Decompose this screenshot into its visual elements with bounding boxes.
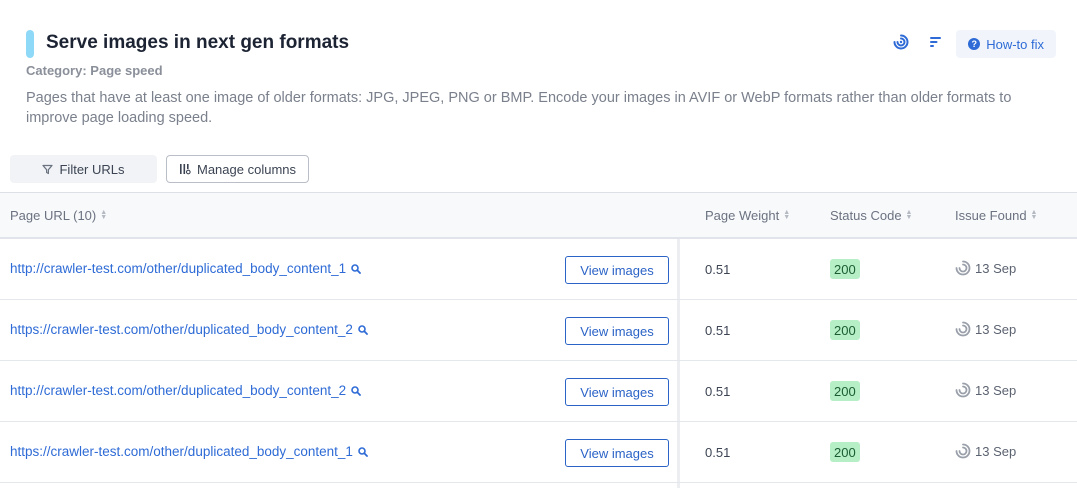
search-icon[interactable] bbox=[351, 385, 362, 396]
view-images-button[interactable]: View images bbox=[565, 378, 669, 406]
search-icon[interactable] bbox=[358, 324, 368, 335]
issue-found-cell: 13 Sep bbox=[955, 382, 1016, 398]
page-weight-value: 0.51 bbox=[705, 323, 731, 338]
columns-icon bbox=[179, 163, 191, 175]
history-icon bbox=[955, 443, 971, 459]
how-to-fix-button[interactable]: ? How-to fix bbox=[956, 30, 1056, 58]
page-url-text: https://crawler-test.com/other/duplicate… bbox=[10, 322, 353, 337]
status-code-badge: 200 bbox=[830, 442, 860, 462]
question-icon: ? bbox=[968, 38, 981, 50]
status-code-badge: 200 bbox=[830, 381, 860, 401]
status-code-badge: 200 bbox=[830, 320, 860, 340]
filter-urls-label: Filter URLs bbox=[59, 161, 125, 177]
history-icon bbox=[955, 321, 971, 337]
page-title: Serve images in next gen formats bbox=[46, 32, 350, 53]
search-icon[interactable] bbox=[351, 263, 362, 274]
history-icon bbox=[955, 382, 971, 398]
column-header-status-code[interactable]: Status Code ▲ ▼ bbox=[830, 193, 912, 237]
issues-table: Page URL (10) ▲ ▼ Page Weight ▲ ▼ Status C… bbox=[0, 192, 1077, 488]
issue-found-date: 13 Sep bbox=[975, 443, 1017, 459]
issue-found-cell: 13 Sep bbox=[955, 321, 1016, 337]
issue-found-date: 13 Sep bbox=[975, 382, 1017, 398]
manage-columns-label: Manage columns bbox=[197, 161, 296, 177]
search-icon[interactable] bbox=[358, 446, 368, 457]
column-header-page-weight[interactable]: Page Weight ▲ ▼ bbox=[705, 193, 790, 237]
issue-found-date: 13 Sep bbox=[975, 321, 1017, 337]
history-icon bbox=[955, 260, 971, 276]
issue-found-cell: 13 Sep bbox=[955, 260, 1016, 276]
table-header: Page URL (10) ▲ ▼ Page Weight ▲ ▼ Status C… bbox=[0, 193, 1077, 239]
column-header-label: Issue Found bbox=[955, 207, 1027, 223]
page-url-text: https://crawler-test.com/other/duplicate… bbox=[10, 444, 353, 459]
status-code-badge: 200 bbox=[830, 259, 860, 279]
header-actions: ? How-to fix bbox=[886, 30, 1056, 58]
table-toolbar: Filter URLs Manage columns bbox=[10, 155, 309, 183]
filter-icon bbox=[42, 164, 54, 175]
filter-urls-button[interactable]: Filter URLs bbox=[10, 155, 157, 183]
view-images-button[interactable]: View images bbox=[565, 439, 669, 467]
column-header-label: Status Code bbox=[830, 207, 902, 223]
table-row: https://crawler-test.com/other/duplicate… bbox=[0, 422, 1077, 483]
issue-description: Pages that have at least one image of ol… bbox=[26, 90, 1012, 126]
page-weight-value: 0.51 bbox=[705, 445, 731, 460]
column-header-label: Page Weight bbox=[705, 207, 780, 223]
table-row: http://crawler-test.com/other/duplicated… bbox=[0, 361, 1077, 422]
view-images-button[interactable]: View images bbox=[565, 256, 669, 284]
page-url-link[interactable]: http://crawler-test.com/other/duplicated… bbox=[10, 383, 362, 398]
sort-arrows-icon: ▲ ▼ bbox=[905, 209, 913, 221]
page-url-text: http://crawler-test.com/other/duplicated… bbox=[10, 383, 347, 398]
category-label: Category: Page speed bbox=[26, 63, 163, 78]
column-header-label: Page URL (10) bbox=[10, 207, 97, 223]
sort-arrows-icon: ▲ ▼ bbox=[1030, 209, 1038, 221]
history-button[interactable] bbox=[886, 30, 916, 58]
sort-icon bbox=[929, 35, 943, 53]
sort-arrows-icon: ▲ ▼ bbox=[100, 209, 108, 221]
table-row: https://crawler-test.com/other/duplicate… bbox=[0, 300, 1077, 361]
page-weight-value: 0.51 bbox=[705, 262, 731, 277]
page-weight-value: 0.51 bbox=[705, 384, 731, 399]
issue-found-date: 13 Sep bbox=[975, 260, 1017, 276]
page-url-link[interactable]: https://crawler-test.com/other/duplicate… bbox=[10, 322, 368, 337]
issue-found-cell: 13 Sep bbox=[955, 443, 1016, 459]
issue-header: Serve images in next gen formats Categor… bbox=[0, 0, 1077, 150]
page-url-text: http://crawler-test.com/other/duplicated… bbox=[10, 261, 347, 276]
how-to-fix-label: How-to fix bbox=[986, 36, 1044, 52]
sort-button[interactable] bbox=[921, 30, 951, 58]
title-accent-bar bbox=[26, 30, 34, 58]
page-url-link[interactable]: https://crawler-test.com/other/duplicate… bbox=[10, 444, 368, 459]
manage-columns-button[interactable]: Manage columns bbox=[166, 155, 309, 183]
page-url-link[interactable]: http://crawler-test.com/other/duplicated… bbox=[10, 261, 362, 276]
sort-arrows-icon: ▲ ▼ bbox=[783, 209, 791, 221]
column-header-page-url[interactable]: Page URL (10) ▲ ▼ bbox=[10, 193, 107, 237]
history-icon bbox=[893, 34, 909, 55]
table-row: http://crawler-test.com/other/duplicated… bbox=[0, 239, 1077, 300]
view-images-button[interactable]: View images bbox=[565, 317, 669, 345]
column-header-issue-found[interactable]: Issue Found ▲ ▼ bbox=[955, 193, 1037, 237]
